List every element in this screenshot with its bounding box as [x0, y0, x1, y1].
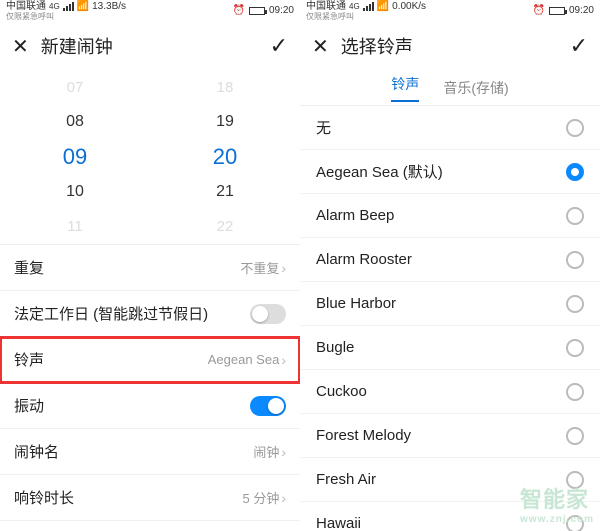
sound-row[interactable]: Aegean Sea (默认)	[300, 150, 600, 194]
sound-row[interactable]: Alarm Beep	[300, 194, 600, 238]
sound-row[interactable]: Cuckoo	[300, 370, 600, 414]
chevron-right-icon: ›	[281, 260, 286, 276]
alarm-icon: ⏰	[533, 6, 545, 16]
picker-item[interactable]: 22	[217, 209, 234, 244]
sound-label: 无	[316, 117, 331, 138]
status-bar: 中国联通 4G 📶 0.00K/s 仅限紧急呼叫 ⏰ 09:20	[300, 0, 600, 22]
battery-icon	[249, 7, 265, 15]
radio-icon[interactable]	[566, 515, 584, 531]
confirm-icon[interactable]: ✓	[570, 33, 588, 59]
sound-list: 无 Aegean Sea (默认) Alarm Beep Alarm Rooster B…	[300, 106, 600, 531]
titlebar: ✕ 新建闹钟 ✓	[0, 22, 300, 70]
signal-icon	[63, 2, 74, 11]
tabs: 铃声 音乐(存储)	[300, 70, 600, 106]
picker-item[interactable]: 08	[66, 105, 84, 140]
tab-ringtone[interactable]: 铃声	[391, 74, 419, 102]
sound-label: Fresh Air	[316, 471, 376, 488]
radio-icon[interactable]	[566, 119, 584, 137]
close-icon[interactable]: ✕	[312, 34, 329, 59]
sound-label: Cuckoo	[316, 383, 367, 400]
carrier: 中国联通	[6, 2, 46, 12]
status-bar: 中国联通 4G 📶 13.3B/s 仅限紧急呼叫 ⏰ 09:20	[0, 0, 300, 22]
hour-column[interactable]: 0708091011	[0, 70, 150, 244]
picker-item[interactable]: 20	[213, 140, 237, 175]
sound-row[interactable]: 无	[300, 106, 600, 150]
sound-row[interactable]: Forest Melody	[300, 414, 600, 458]
tab-music[interactable]: 音乐(存储)	[443, 78, 508, 98]
sound-row[interactable]: Fresh Air	[300, 458, 600, 502]
sound-label: Hawaii	[316, 515, 361, 531]
wifi-icon: 📶	[377, 2, 389, 12]
sound-label: Alarm Rooster	[316, 251, 412, 268]
sound-row[interactable]: Bugle	[300, 326, 600, 370]
sound-row[interactable]: Hawaii	[300, 502, 600, 531]
wifi-icon: 📶	[77, 2, 89, 12]
vibrate-row[interactable]: 振动	[0, 383, 300, 429]
workday-row[interactable]: 法定工作日 (智能跳过节假日)	[0, 291, 300, 337]
picker-item[interactable]: 07	[67, 70, 84, 105]
chevron-right-icon: ›	[281, 352, 286, 368]
time-picker[interactable]: 0708091011 1819202122	[0, 70, 300, 245]
clock-time: 09:20	[269, 6, 294, 16]
picker-item[interactable]: 21	[216, 174, 234, 209]
picker-item[interactable]: 09	[63, 140, 87, 175]
page-title: 新建闹钟	[41, 33, 113, 59]
battery-icon	[549, 7, 565, 15]
sound-row[interactable]: Alarm Rooster	[300, 238, 600, 282]
picker-item[interactable]: 11	[67, 209, 83, 244]
alarm-create-pane: 中国联通 4G 📶 13.3B/s 仅限紧急呼叫 ⏰ 09:20 ✕ 新建闹钟 …	[0, 0, 300, 531]
picker-item[interactable]: 19	[216, 105, 234, 140]
sound-row[interactable]: Blue Harbor	[300, 282, 600, 326]
close-icon[interactable]: ✕	[12, 34, 29, 59]
repeat-row[interactable]: 重复 不重复›	[0, 245, 300, 291]
radio-icon[interactable]	[566, 471, 584, 489]
alarm-icon: ⏰	[233, 6, 245, 16]
vibrate-toggle[interactable]	[250, 396, 286, 416]
chevron-right-icon: ›	[281, 444, 286, 460]
radio-icon[interactable]	[566, 339, 584, 357]
picker-item[interactable]: 18	[217, 70, 234, 105]
sound-label: Aegean Sea (默认)	[316, 161, 443, 182]
workday-toggle[interactable]	[250, 304, 286, 324]
sound-label: Alarm Beep	[316, 207, 394, 224]
ringtone-select-pane: 中国联通 4G 📶 0.00K/s 仅限紧急呼叫 ⏰ 09:20 ✕ 选择铃声 …	[300, 0, 600, 531]
ring-duration-row[interactable]: 响铃时长 5 分钟›	[0, 475, 300, 521]
settings-list: 重复 不重复› 法定工作日 (智能跳过节假日) 铃声 Aegean Sea› 振…	[0, 245, 300, 531]
radio-icon[interactable]	[566, 427, 584, 445]
page-title: 选择铃声	[341, 33, 413, 59]
radio-icon[interactable]	[566, 207, 584, 225]
sound-label: Bugle	[316, 339, 354, 356]
confirm-icon[interactable]: ✓	[270, 33, 288, 59]
alarm-name-row[interactable]: 闹钟名 闹钟›	[0, 429, 300, 475]
sound-label: Forest Melody	[316, 427, 411, 444]
titlebar: ✕ 选择铃声 ✓	[300, 22, 600, 70]
chevron-right-icon: ›	[281, 490, 286, 506]
radio-icon[interactable]	[566, 251, 584, 269]
picker-item[interactable]: 10	[66, 174, 84, 209]
sound-label: Blue Harbor	[316, 295, 396, 312]
radio-icon[interactable]	[566, 383, 584, 401]
snooze-row[interactable]: 再响间隔 10 分钟 , 3 次›	[0, 521, 300, 531]
radio-icon[interactable]	[566, 295, 584, 313]
radio-icon[interactable]	[566, 163, 584, 181]
minute-column[interactable]: 1819202122	[150, 70, 300, 244]
signal-icon	[363, 2, 374, 11]
ringtone-row[interactable]: 铃声 Aegean Sea›	[0, 337, 300, 383]
